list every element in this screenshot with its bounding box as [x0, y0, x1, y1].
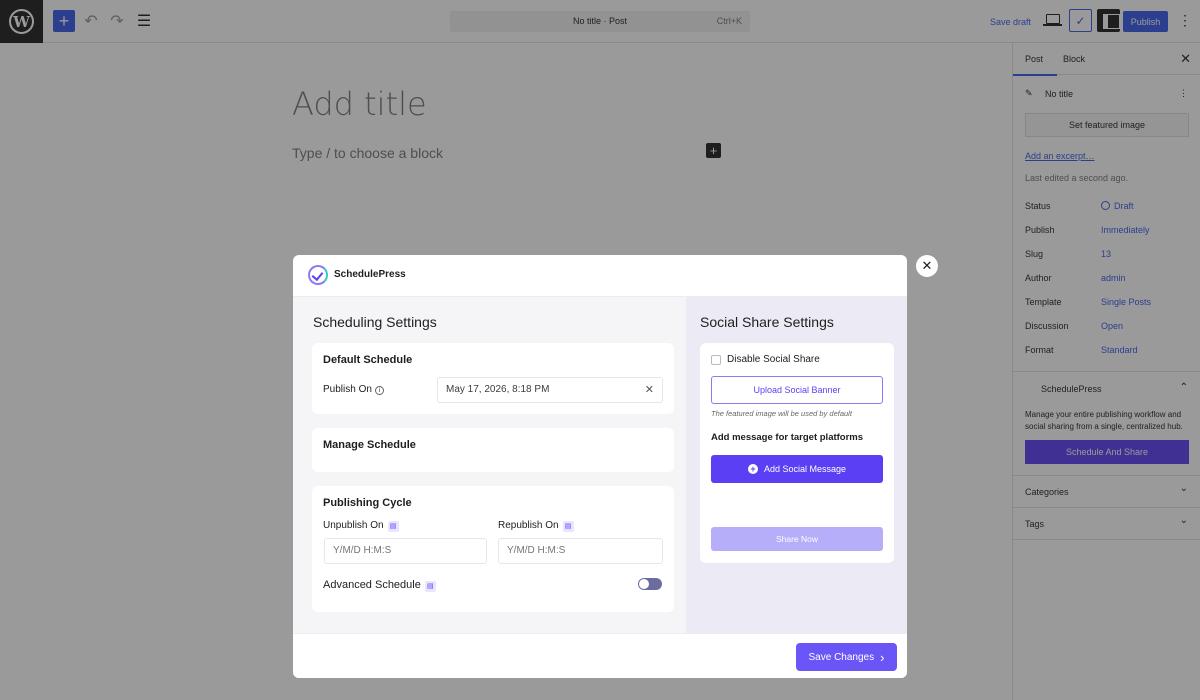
schedulepress-modal: SchedulePress Scheduling Settings Defaul… — [293, 255, 907, 678]
doc-icon: ▤ — [424, 581, 436, 592]
save-changes-label: Save Changes — [808, 651, 875, 663]
scheduling-settings-pane: Scheduling Settings Default Schedule Pub… — [293, 297, 686, 633]
brand-name: SchedulePress — [334, 269, 406, 280]
doc-icon: ▤ — [562, 521, 574, 532]
save-changes-button[interactable]: Save Changes › — [796, 643, 897, 671]
publishing-cycle-card: Publishing Cycle Unpublish On ▤ Y/M/D H:M… — [312, 486, 674, 612]
advanced-schedule-text: Advanced Schedule — [323, 579, 421, 591]
scheduling-settings-title: Scheduling Settings — [313, 314, 437, 330]
doc-icon: ▤ — [387, 521, 399, 532]
unpublish-on-text: Unpublish On — [323, 520, 384, 531]
republish-on-label: Republish On ▤ — [498, 520, 574, 532]
chevron-right-icon: › — [880, 649, 885, 665]
republish-on-text: Republish On — [498, 520, 559, 531]
republish-on-input[interactable]: Y/M/D H:M:S — [498, 538, 663, 564]
publishing-cycle-title: Publishing Cycle — [323, 497, 412, 509]
modal-footer: Save Changes › — [293, 633, 907, 678]
modal-close-button[interactable]: ✕ — [916, 255, 938, 277]
manage-schedule-title: Manage Schedule — [323, 439, 416, 451]
publish-on-input[interactable]: May 17, 2026, 8:18 PM ✕ — [437, 377, 663, 403]
advanced-schedule-label: Advanced Schedule ▤ — [323, 579, 436, 592]
social-share-pane: Social Share Settings Disable Social Sha… — [686, 297, 907, 633]
add-social-message-label: Add Social Message — [763, 464, 847, 474]
banner-hint: The featured image will be used by defau… — [711, 409, 852, 418]
default-schedule-title: Default Schedule — [323, 354, 413, 366]
add-social-message-button[interactable]: + Add Social Message — [711, 455, 883, 483]
default-schedule-card: Default Schedule Publish On i May 17, 202… — [312, 343, 674, 414]
advanced-schedule-toggle[interactable] — [638, 578, 662, 590]
modal-header: SchedulePress — [293, 255, 907, 297]
unpublish-on-input[interactable]: Y/M/D H:M:S — [324, 538, 487, 564]
clear-icon[interactable]: ✕ — [645, 378, 654, 402]
social-share-card: Disable Social Share Upload Social Banne… — [700, 343, 894, 563]
disable-social-share-label[interactable]: Disable Social Share — [727, 354, 820, 365]
message-label: Add message for target platforms — [711, 432, 864, 443]
plus-icon: + — [747, 464, 758, 474]
share-now-button[interactable]: Share Now — [711, 527, 883, 551]
schedulepress-logo-icon — [308, 265, 328, 285]
social-share-title: Social Share Settings — [700, 314, 834, 330]
disable-social-share-checkbox[interactable] — [711, 355, 721, 365]
publish-on-label: Publish On i — [323, 384, 384, 395]
publish-on-value: May 17, 2026, 8:18 PM — [446, 384, 550, 395]
unpublish-on-label: Unpublish On ▤ — [323, 520, 399, 532]
manage-schedule-card[interactable]: Manage Schedule — [312, 428, 674, 472]
publish-on-text: Publish On — [323, 384, 372, 395]
info-icon: i — [374, 386, 384, 395]
upload-social-banner-button[interactable]: Upload Social Banner — [711, 376, 883, 404]
